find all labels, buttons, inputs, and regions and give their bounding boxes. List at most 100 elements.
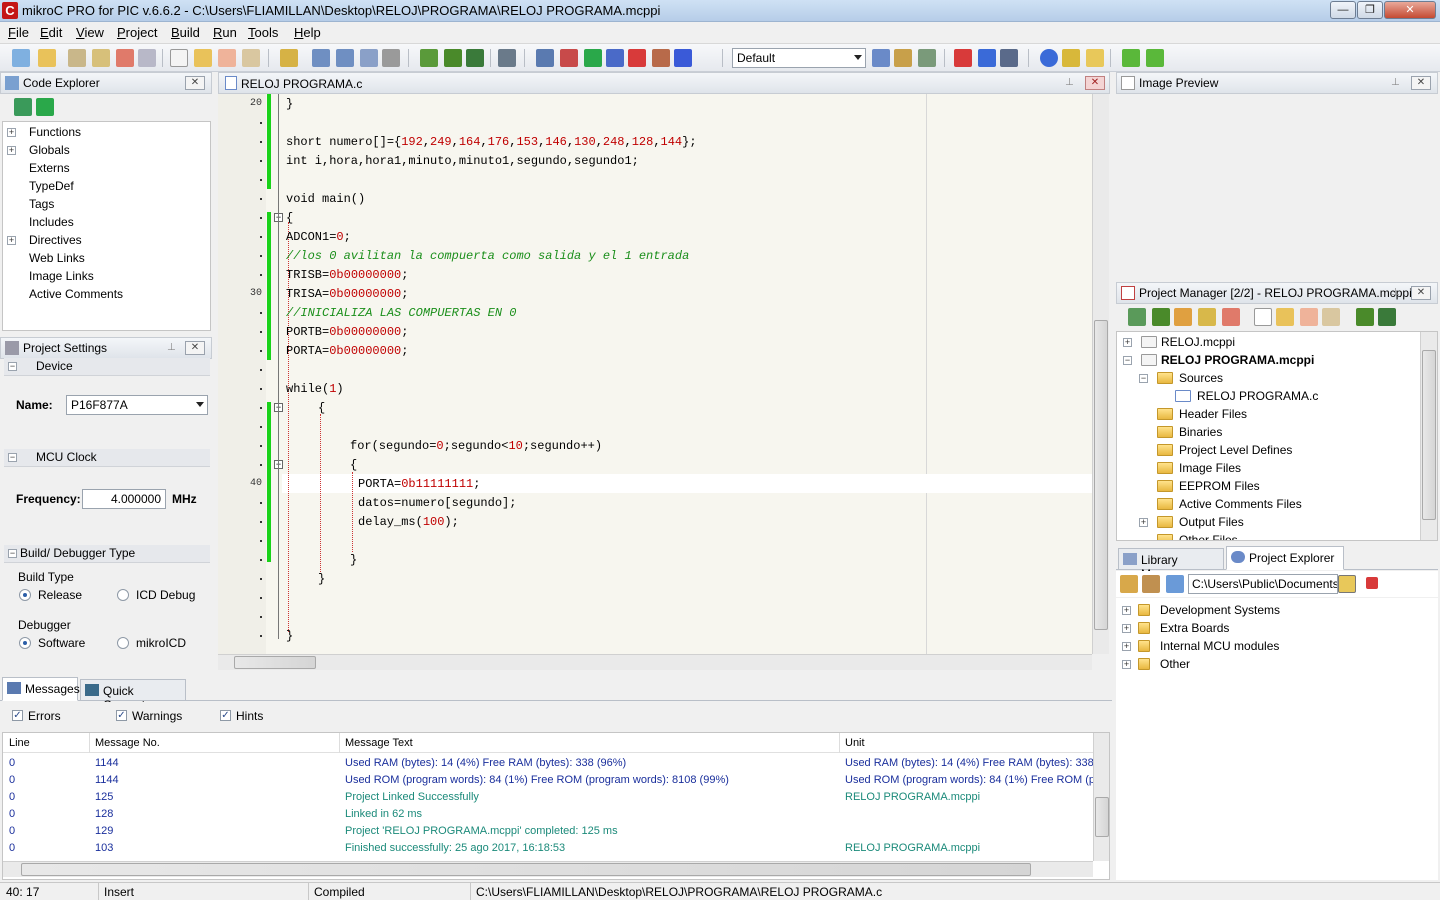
expand-icon[interactable]: + bbox=[1122, 606, 1131, 615]
message-row[interactable]: 0 1144 Used RAM (bytes): 14 (4%) Free RAM … bbox=[3, 755, 1095, 772]
save-project-icon[interactable] bbox=[68, 49, 86, 67]
editor-close-button[interactable]: ✕ bbox=[1085, 76, 1105, 90]
project-manager-close-button[interactable]: ✕ bbox=[1411, 286, 1431, 300]
mcu-clock-group-header[interactable]: − MCU Clock bbox=[4, 449, 210, 467]
build-debugger-group-header[interactable]: − Build/ Debugger Type bbox=[4, 545, 210, 563]
programmer-icon[interactable] bbox=[498, 49, 516, 67]
pm-item-reloj[interactable]: RELOJ.mcppi bbox=[1161, 335, 1235, 349]
collapse-icon[interactable]: − bbox=[1123, 356, 1132, 365]
message-row[interactable]: 0 125 Project Linked Successfully RELOJ PRO… bbox=[3, 789, 1095, 806]
col-text-header[interactable]: Message Text bbox=[345, 737, 413, 749]
seven-segment-icon[interactable] bbox=[978, 49, 996, 67]
tree-item-typedef[interactable]: TypeDef bbox=[29, 179, 74, 193]
messages-vertical-scrollbar[interactable] bbox=[1093, 733, 1109, 861]
tab-quick-converter[interactable]: Quick Converter bbox=[80, 679, 186, 712]
pm-item-header-files[interactable]: Header Files bbox=[1179, 407, 1247, 421]
menu-help[interactable]: Help bbox=[294, 25, 321, 40]
explorer-item-extra-boards[interactable]: Extra Boards bbox=[1160, 621, 1229, 635]
message-row[interactable]: 0 1144 Used ROM (program words): 84 (1%) F… bbox=[3, 772, 1095, 789]
explorer-item-other[interactable]: Other bbox=[1160, 657, 1190, 671]
layout-reset-icon[interactable] bbox=[918, 49, 936, 67]
pm-tool-icon[interactable] bbox=[1152, 308, 1170, 326]
expand-icon[interactable]: + bbox=[1122, 624, 1131, 633]
options-icon[interactable] bbox=[674, 49, 692, 67]
search-help-icon[interactable] bbox=[1062, 49, 1080, 67]
explorer-path-input[interactable]: C:\Users\Public\Documents\Mil bbox=[1188, 574, 1338, 594]
release-radio[interactable] bbox=[19, 589, 31, 601]
new-file-icon[interactable] bbox=[170, 49, 188, 67]
examples-icon[interactable] bbox=[1086, 49, 1104, 67]
col-line-header[interactable]: Line bbox=[9, 737, 30, 749]
pm-item-reloj-programa[interactable]: RELOJ PROGRAMA.mcppi bbox=[1161, 353, 1314, 367]
tree-item-directives[interactable]: Directives bbox=[29, 233, 82, 247]
collapse-icon[interactable]: − bbox=[1139, 374, 1148, 383]
image-preview-close-button[interactable]: ✕ bbox=[1411, 76, 1431, 90]
pm-item-eeprom-files[interactable]: EEPROM Files bbox=[1179, 479, 1260, 493]
forward-arrow-icon[interactable] bbox=[1146, 49, 1164, 67]
pin-icon[interactable]: ⊥ bbox=[1065, 77, 1075, 89]
tools-icon[interactable] bbox=[652, 49, 670, 67]
help-icon[interactable] bbox=[1040, 49, 1058, 67]
tree-item-includes[interactable]: Includes bbox=[29, 215, 74, 229]
tab-project-explorer[interactable]: Project Explorer bbox=[1226, 546, 1344, 570]
font-icon[interactable] bbox=[606, 49, 624, 67]
pm-item-active-comments-files[interactable]: Active Comments Files bbox=[1179, 497, 1302, 511]
lcd-editor-icon[interactable] bbox=[1000, 49, 1018, 67]
browse-folder-icon[interactable] bbox=[1338, 575, 1356, 593]
col-unit-header[interactable]: Unit bbox=[845, 737, 865, 749]
pm-item-project-level-defines[interactable]: Project Level Defines bbox=[1179, 443, 1292, 457]
reopen-file-icon[interactable] bbox=[218, 49, 236, 67]
pin-icon[interactable]: ⊥ bbox=[167, 342, 177, 354]
open-folder-icon[interactable] bbox=[280, 49, 298, 67]
message-row[interactable]: 0 129 Project 'RELOJ PROGRAMA.mcppi' compl… bbox=[3, 823, 1095, 840]
code-explorer-close-button[interactable]: ✕ bbox=[185, 76, 205, 90]
new-project-icon[interactable] bbox=[12, 49, 30, 67]
pm-item-sources[interactable]: Sources bbox=[1179, 371, 1223, 385]
build-all-icon[interactable] bbox=[444, 49, 462, 67]
view-assembly-icon[interactable] bbox=[536, 49, 554, 67]
expand-icon[interactable]: + bbox=[1139, 518, 1148, 527]
stop-icon[interactable] bbox=[1366, 577, 1378, 589]
pin-icon[interactable]: ⊥ bbox=[1391, 287, 1401, 299]
menu-view[interactable]: View bbox=[76, 25, 104, 40]
open-project-icon[interactable] bbox=[38, 49, 56, 67]
save-as-icon[interactable] bbox=[336, 49, 354, 67]
device-group-header[interactable]: − Device bbox=[4, 358, 210, 376]
expand-icon[interactable]: + bbox=[1123, 338, 1132, 347]
minimize-button[interactable]: — bbox=[1330, 1, 1356, 19]
sort-icon[interactable] bbox=[14, 98, 32, 116]
save-all-icon[interactable] bbox=[360, 49, 378, 67]
close-button[interactable]: ✕ bbox=[1384, 1, 1436, 19]
expand-icon[interactable]: + bbox=[7, 236, 16, 245]
pm-item-output-files[interactable]: Output Files bbox=[1179, 515, 1244, 529]
back-arrow-icon[interactable] bbox=[1122, 49, 1140, 67]
project-settings-close-button[interactable]: ✕ bbox=[185, 341, 205, 355]
pm-item-source-file[interactable]: RELOJ PROGRAMA.c bbox=[1197, 389, 1318, 403]
ascii-chart-icon[interactable] bbox=[954, 49, 972, 67]
build-program-icon[interactable] bbox=[466, 49, 484, 67]
tree-item-globals[interactable]: Globals bbox=[29, 143, 70, 157]
expand-icon[interactable]: + bbox=[1122, 642, 1131, 651]
close-project-icon[interactable] bbox=[116, 49, 134, 67]
tree-item-active-comments[interactable]: Active Comments bbox=[29, 287, 123, 301]
tree-item-externs[interactable]: Externs bbox=[29, 161, 70, 175]
clean-project-icon[interactable] bbox=[138, 49, 156, 67]
pm-tool-icon[interactable] bbox=[1174, 308, 1192, 326]
tree-item-web-links[interactable]: Web Links bbox=[29, 251, 85, 265]
messages-horizontal-scrollbar[interactable] bbox=[3, 861, 1093, 877]
pm-item-image-files[interactable]: Image Files bbox=[1179, 461, 1241, 475]
statistics-icon[interactable] bbox=[560, 49, 578, 67]
home-icon[interactable] bbox=[1120, 575, 1138, 593]
pm-item-binaries[interactable]: Binaries bbox=[1179, 425, 1222, 439]
editor-vertical-scrollbar[interactable] bbox=[1092, 94, 1109, 654]
editor-tab-title[interactable]: RELOJ PROGRAMA.c bbox=[241, 77, 362, 91]
open-file-icon[interactable] bbox=[194, 49, 212, 67]
pm-new-file-icon[interactable] bbox=[1254, 308, 1272, 326]
build-icon[interactable] bbox=[420, 49, 438, 67]
menu-project[interactable]: Project bbox=[117, 25, 157, 40]
editor-horizontal-scrollbar[interactable] bbox=[218, 654, 1092, 670]
software-radio[interactable] bbox=[19, 637, 31, 649]
pm-tool-icon[interactable] bbox=[1322, 308, 1340, 326]
menu-tools[interactable]: Tools bbox=[248, 25, 278, 40]
box-icon[interactable] bbox=[1142, 575, 1160, 593]
